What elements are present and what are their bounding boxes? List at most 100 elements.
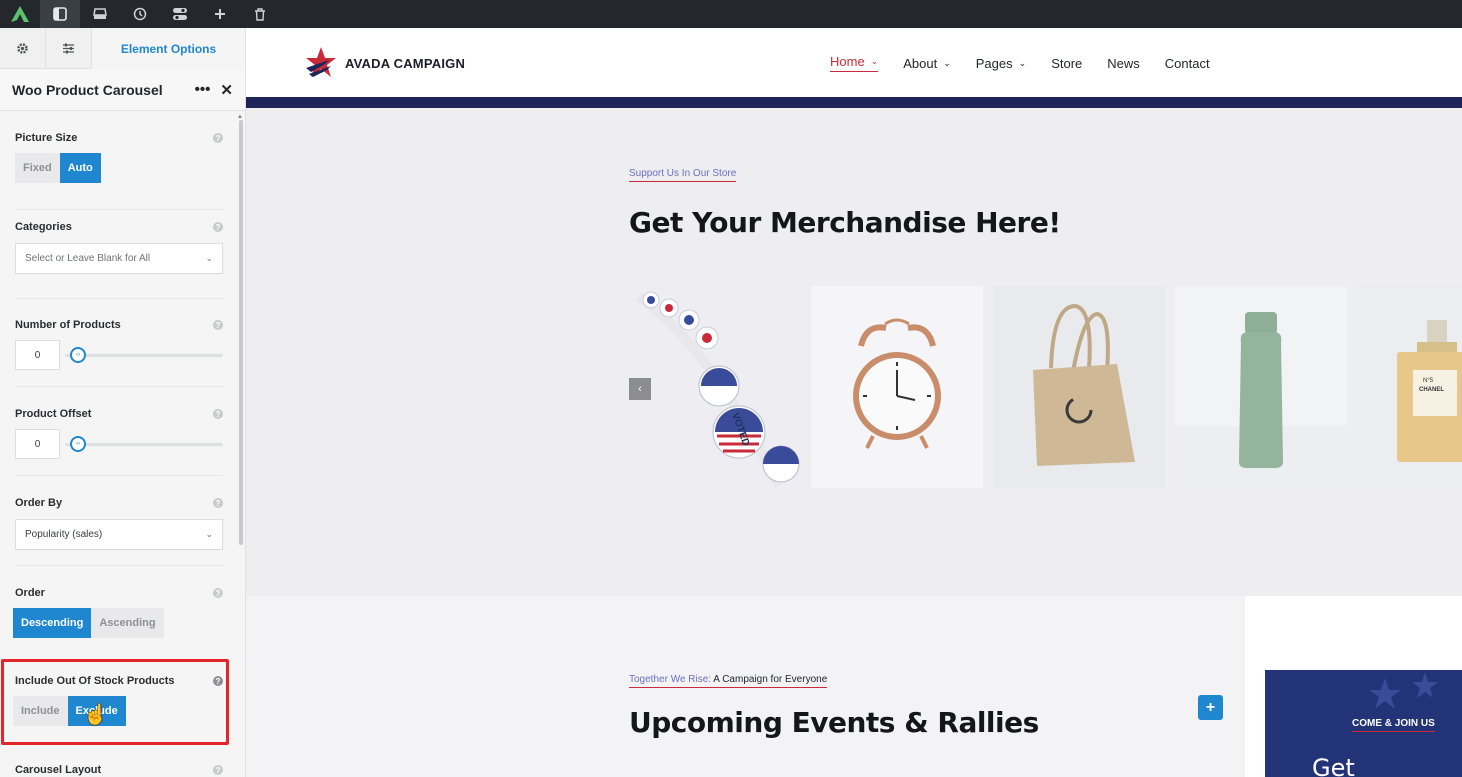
sliders-icon[interactable] bbox=[46, 28, 92, 69]
gear-icon[interactable] bbox=[0, 28, 46, 69]
help-icon[interactable]: ? bbox=[213, 498, 223, 508]
site-preview: AVADA CAMPAIGN Home ⌄ About ⌄ Pages ⌄ Store… bbox=[246, 28, 1462, 777]
number-of-products-input[interactable]: 0 bbox=[15, 340, 60, 370]
chevron-down-icon: ⌄ bbox=[943, 57, 951, 68]
help-icon[interactable]: ? bbox=[213, 320, 223, 330]
add-icon[interactable] bbox=[200, 0, 240, 28]
product-card-alarm-clock[interactable] bbox=[811, 286, 983, 488]
avada-logo-icon[interactable] bbox=[0, 0, 40, 28]
toggles-icon[interactable] bbox=[160, 0, 200, 28]
tab-element-options[interactable]: Element Options bbox=[92, 28, 245, 69]
order-toggle: Descending Ascending bbox=[13, 608, 223, 638]
nav-label: About bbox=[903, 55, 938, 71]
product-card-perfume[interactable]: N°5 CHANEL bbox=[1357, 286, 1462, 488]
help-icon[interactable]: ? bbox=[213, 588, 223, 598]
categories-select[interactable]: Select or Leave Blank for All ⌄ bbox=[15, 243, 223, 274]
chevron-down-icon: ⌄ bbox=[205, 529, 213, 539]
carousel-prev-button[interactable]: ‹ bbox=[629, 378, 651, 400]
help-icon[interactable]: ? bbox=[213, 765, 223, 775]
help-icon[interactable]: ? bbox=[213, 222, 223, 232]
trash-icon[interactable] bbox=[240, 0, 280, 28]
nav-label: Pages bbox=[975, 55, 1013, 71]
picture-size-toggle: Fixed Auto bbox=[15, 153, 223, 183]
join-banner[interactable]: COME & JOIN US Get Involved bbox=[1265, 670, 1462, 777]
divider bbox=[15, 209, 223, 210]
nav-item-store[interactable]: Store bbox=[1051, 54, 1082, 72]
more-options-icon[interactable]: ••• bbox=[195, 81, 211, 98]
library-icon[interactable] bbox=[80, 0, 120, 28]
slider-handle[interactable]: ‹› bbox=[70, 347, 86, 363]
divider bbox=[15, 475, 223, 476]
option-label: Product Offset bbox=[15, 408, 92, 420]
option-order: Order? Descending Ascending bbox=[13, 585, 223, 638]
option-number-of-products: Number of Products? 0 ‹› bbox=[15, 317, 223, 370]
help-icon[interactable]: ? bbox=[213, 133, 223, 143]
history-icon[interactable] bbox=[120, 0, 160, 28]
nav-item-home[interactable]: Home ⌄ bbox=[830, 54, 879, 72]
nav-item-contact[interactable]: Contact bbox=[1165, 54, 1210, 72]
option-carousel-layout: Carousel Layout? bbox=[15, 762, 223, 777]
chevron-down-icon: ⌄ bbox=[870, 56, 879, 66]
divider bbox=[15, 386, 223, 387]
hand-cursor-icon: ☝ bbox=[83, 704, 108, 726]
product-offset-slider[interactable]: ‹› bbox=[65, 429, 223, 459]
nav-item-news[interactable]: News bbox=[1107, 54, 1140, 72]
events-heading: Upcoming Events & Rallies bbox=[629, 706, 1039, 739]
sidebar-tabs: Element Options bbox=[0, 28, 245, 69]
sidebar-toggle-icon[interactable] bbox=[40, 0, 80, 28]
help-icon[interactable]: ? bbox=[213, 409, 223, 419]
perfume-label-number: N°5 bbox=[1423, 378, 1434, 384]
option-label: Categories bbox=[15, 221, 72, 233]
events-eyebrow-highlight: Together We Rise: bbox=[629, 674, 712, 685]
nav-label: Home bbox=[830, 54, 865, 69]
product-offset-input[interactable]: 0 bbox=[15, 429, 60, 459]
join-heading: Get Involved bbox=[1312, 754, 1355, 777]
store-eyebrow: Support Us In Our Store bbox=[629, 168, 737, 182]
logo-text: AVADA CAMPAIGN bbox=[345, 55, 466, 71]
option-label: Number of Products bbox=[15, 319, 121, 331]
events-eyebrow: Together We Rise: A Campaign for Everyon… bbox=[629, 674, 828, 688]
highlight-box bbox=[1, 659, 229, 745]
option-picture-size: Picture Size? Fixed Auto bbox=[15, 130, 223, 183]
option-label: Order By bbox=[15, 497, 63, 509]
events-eyebrow-rest: A Campaign for Everyone bbox=[711, 674, 828, 685]
categories-placeholder: Select or Leave Blank for All bbox=[25, 253, 151, 264]
slider-handle[interactable]: ‹› bbox=[70, 436, 86, 452]
picture-size-auto-button[interactable]: Auto bbox=[59, 153, 101, 183]
product-card-tote-bag[interactable] bbox=[993, 286, 1165, 488]
chevron-down-icon: ⌄ bbox=[205, 253, 213, 263]
chevron-down-icon: ⌄ bbox=[1018, 57, 1027, 68]
nav-item-pages[interactable]: Pages ⌄ bbox=[976, 54, 1026, 72]
perfume-label-brand: CHANEL bbox=[1419, 387, 1444, 393]
nav-item-about[interactable]: About ⌄ bbox=[903, 54, 951, 72]
join-label: COME & JOIN US bbox=[1352, 718, 1435, 732]
picture-size-fixed-button[interactable]: Fixed bbox=[15, 153, 60, 183]
product-card-water-bottle[interactable] bbox=[1175, 286, 1347, 488]
star-logo-icon bbox=[306, 47, 336, 77]
option-label: Order bbox=[15, 587, 45, 599]
product-card-stickers[interactable]: VOTED bbox=[629, 286, 801, 488]
order-by-select[interactable]: Popularity (sales) ⌄ bbox=[15, 519, 223, 550]
add-element-button[interactable]: + bbox=[1198, 695, 1223, 720]
order-ascending-button[interactable]: Ascending bbox=[91, 608, 164, 638]
panel-title: Woo Product Carousel bbox=[12, 81, 163, 98]
divider bbox=[15, 298, 223, 299]
header-stripe bbox=[246, 97, 1462, 108]
scrollbar[interactable] bbox=[239, 120, 243, 545]
option-label: Picture Size bbox=[15, 132, 78, 144]
option-label: Carousel Layout bbox=[15, 764, 102, 776]
number-of-products-slider[interactable]: ‹› bbox=[65, 340, 223, 370]
store-heading: Get Your Merchandise Here! bbox=[629, 206, 1061, 239]
option-product-offset: Product Offset? 0 ‹› bbox=[15, 406, 223, 459]
panel-header: Woo Product Carousel ••• ✕ bbox=[0, 69, 245, 111]
site-header: AVADA CAMPAIGN Home ⌄ About ⌄ Pages ⌄ Store… bbox=[246, 28, 1462, 97]
close-icon[interactable]: ✕ bbox=[220, 81, 233, 99]
divider bbox=[15, 565, 223, 566]
option-categories: Categories? Select or Leave Blank for Al… bbox=[15, 219, 223, 274]
site-logo[interactable]: AVADA CAMPAIGN bbox=[305, 46, 465, 80]
order-descending-button[interactable]: Descending bbox=[13, 608, 92, 638]
builder-toolbar bbox=[0, 0, 1462, 28]
option-order-by: Order By? Popularity (sales) ⌄ bbox=[15, 495, 223, 550]
order-by-value: Popularity (sales) bbox=[25, 529, 103, 540]
main-nav: Home ⌄ About ⌄ Pages ⌄ Store News Contact bbox=[830, 54, 1235, 72]
